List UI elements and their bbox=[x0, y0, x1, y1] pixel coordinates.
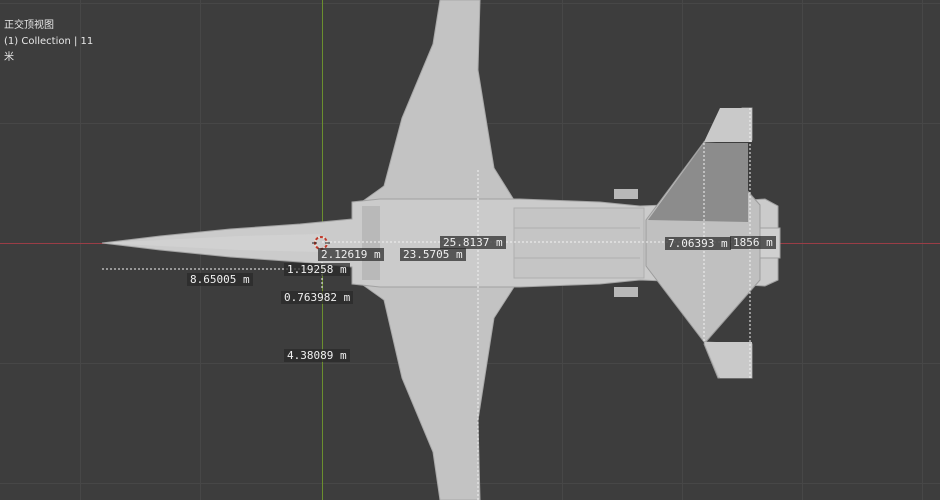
collection-label: (1) Collection | 11 bbox=[4, 36, 94, 47]
3d-viewport[interactable]: 正交顶视图 (1) Collection | 11 米 25.8137 m 7.… bbox=[0, 0, 940, 500]
measurement-label: 1856 m bbox=[730, 236, 776, 249]
measurement-label: 8.65005 m bbox=[187, 273, 253, 286]
measurement-label: 23.5705 m bbox=[400, 248, 466, 261]
measurement-label: 1.19258 m bbox=[284, 263, 350, 276]
view-name: 正交顶视图 bbox=[4, 20, 54, 31]
aircraft-mesh[interactable] bbox=[0, 0, 940, 500]
measurement-label: 7.06393 m bbox=[665, 237, 731, 250]
viewport-info-overlay: 正交顶视图 (1) Collection | 11 米 bbox=[4, 18, 93, 66]
measurement-label: 4.38089 m bbox=[284, 349, 350, 362]
unit-label: 米 bbox=[4, 52, 14, 63]
measurement-label: 2.12619 m bbox=[318, 248, 384, 261]
measurement-label: 0.763982 m bbox=[281, 291, 354, 304]
